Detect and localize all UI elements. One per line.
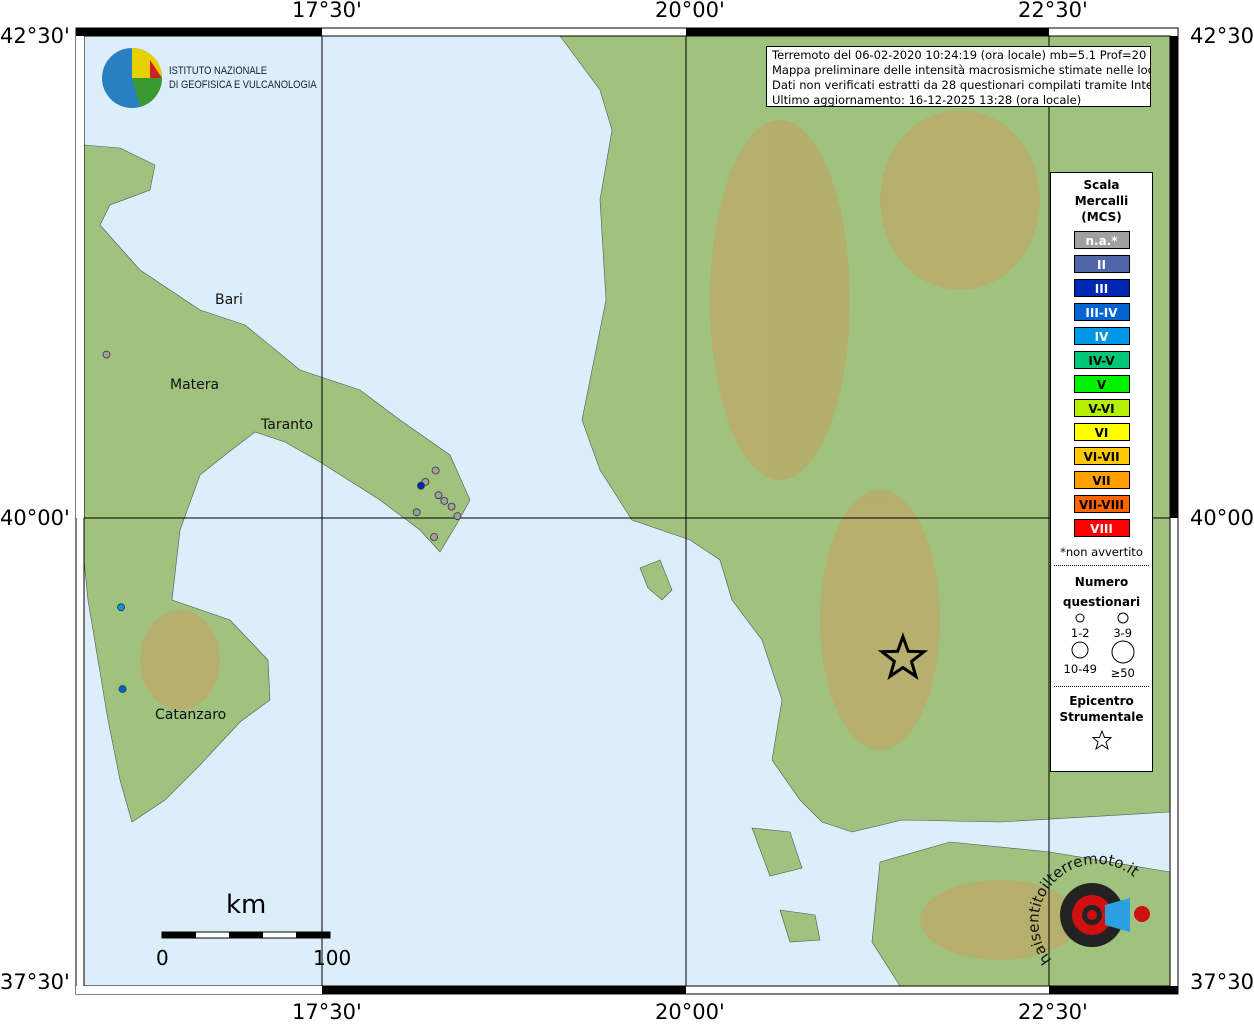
intensity-swatch: V [1073,375,1130,393]
intensity-swatch: n.a.* [1073,231,1130,249]
lon-tick-bottom: 20°00' [655,1000,725,1024]
intensity-point[interactable] [118,685,127,693]
watermark-text: haisentitoilterremoto.it [1024,850,1142,969]
legend-title: Epicentro [1069,694,1134,708]
count-size-medium: 3-9 [1102,612,1145,640]
intensity-swatch: III [1073,279,1130,297]
intensity-point[interactable] [431,466,440,475]
count-label: 3-9 [1113,626,1133,640]
ingv-logo-icon [102,48,163,108]
info-line: Terremoto del 06-02-2020 10:24:19 (ora l… [772,48,1151,62]
intensity-swatch: VII-VIII [1073,495,1130,513]
lat-tick-right: 37°30' [1190,970,1254,994]
legend-title: questionari [1062,595,1141,609]
legend-title: (MCS) [1081,210,1122,224]
lon-tick-top: 20°00' [655,0,725,22]
lat-tick-right: 42°30' [1190,24,1254,48]
ingv-logo-text: ISTITUTO NAZIONALE DI GEOFISICA E VULCANO… [169,64,317,92]
lon-tick-bottom: 17°30' [292,1000,362,1024]
lon-tick-bottom: 22°30' [1018,1000,1088,1024]
scale-start: 0 [156,946,169,970]
legend-note: *non avvertito [1060,545,1143,559]
city-label: Catanzaro [155,707,227,723]
scale-unit: km [226,890,267,920]
logo-line: DI GEOFISICA E VULCANOLOGIA [169,79,317,91]
intensity-swatch: II [1073,255,1130,273]
lat-tick-left: 37°30' [0,970,70,994]
intensity-point[interactable] [440,496,449,505]
count-label: 1-2 [1070,626,1090,640]
intensity-swatch: VIII [1073,519,1130,537]
intensity-swatch: IV [1073,327,1130,345]
intensity-swatch: VII [1073,471,1130,489]
event-info-box: Terremoto del 06-02-2020 10:24:19 (ora l… [766,46,1151,107]
info-line: Dati non verificati estratti da 28 quest… [772,78,1151,92]
count-label: 10-49 [1063,662,1097,676]
city-label: Matera [170,377,220,393]
legend-title: Mercalli [1074,194,1129,208]
count-size-small: 1-2 [1059,612,1102,640]
intensity-point[interactable] [447,502,456,511]
svg-text:haisentitoilterremoto.it: haisentitoilterremoto.it [1024,850,1142,969]
scale-bar [161,931,331,939]
lat-tick-left: 40°00' [0,506,70,530]
intensity-swatch: IV-V [1073,351,1130,369]
logo-line: ISTITUTO NAZIONALE [169,65,268,77]
lat-tick-right: 40°00' [1190,506,1254,530]
intensity-point[interactable] [453,512,462,520]
legend-title: Scala [1083,178,1120,192]
scale-end: 100 [313,946,352,970]
intensity-swatch: III-IV [1073,303,1130,321]
info-line: Ultimo aggiornamento: 16-12-2025 13:28 (… [772,93,1082,107]
legend-title: Numero [1074,575,1129,589]
watermark-ring: haisentitoilterremoto.it [1024,850,1142,969]
intensity-point[interactable] [417,481,425,490]
intensity-point[interactable] [412,508,421,517]
count-size-xlarge: ≥50 [1102,640,1145,680]
intensity-swatch: V-VI [1073,399,1130,417]
info-line: Mappa preliminare delle intensità macros… [772,63,1151,77]
star-icon [1091,729,1112,751]
legend-title: Strumentale [1059,710,1144,724]
lat-tick-left: 42°30' [0,24,70,48]
intensity-point[interactable] [102,350,111,359]
lon-tick-top: 22°30' [1018,0,1088,22]
legend: Scala Mercalli (MCS) n.a.* II III III-IV IV IV-… [1050,172,1153,772]
intensity-point[interactable] [117,603,125,612]
intensity-swatch: VI [1073,423,1130,441]
intensity-point[interactable] [430,533,439,541]
city-label: Taranto [261,417,314,433]
count-label: ≥50 [1110,666,1135,680]
intensity-swatch: VI-VII [1073,447,1130,465]
count-size-large: 10-49 [1059,640,1102,680]
lon-tick-top: 17°30' [292,0,362,22]
intensity-scale: n.a.* II III III-IV IV IV-V V V-VI VI VI-VII VII VI… [1051,231,1152,537]
city-label: Bari [215,292,243,308]
intensity-point[interactable] [434,491,443,500]
